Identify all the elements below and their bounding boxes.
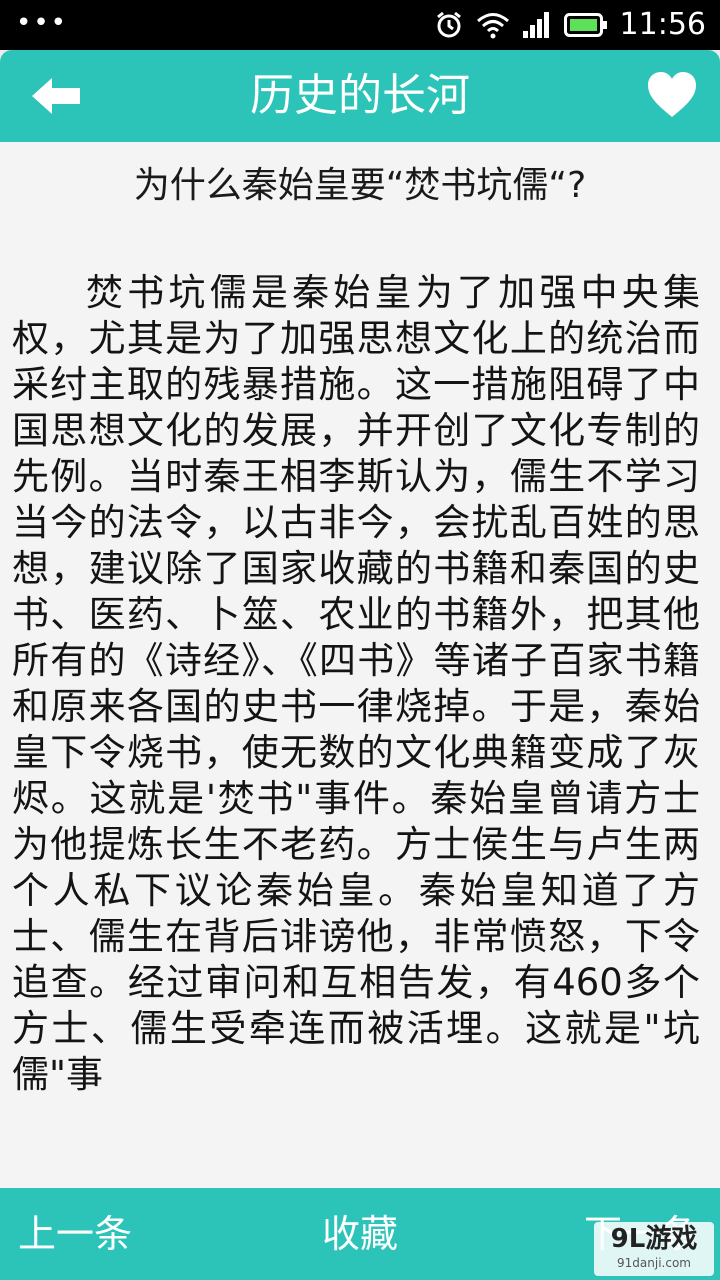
notification-dots: •••: [16, 8, 69, 38]
status-icons: 11:56: [434, 0, 706, 50]
page-title: 历史的长河: [250, 70, 470, 121]
favorite-button[interactable]: [646, 70, 698, 120]
back-arrow-icon: [32, 78, 80, 114]
signal-icon: [522, 12, 549, 38]
watermark-text: 9L游戏: [610, 1224, 698, 1254]
favorite-text-button[interactable]: 收藏: [322, 1188, 398, 1280]
watermark-url: 91danji.com: [617, 1256, 691, 1270]
article-content[interactable]: 为什么秦始皇要“焚书坑儒“? 焚书坑儒是秦始皇为了加强中央集权，尤其是为了加强思…: [0, 142, 720, 1188]
battery-icon: [563, 13, 607, 37]
status-bar: ••• 11:56: [0, 0, 720, 50]
article-title: 为什么秦始皇要“焚书坑儒“?: [133, 165, 587, 206]
status-time: 11:56: [619, 7, 706, 42]
app-bar: 历史的长河: [0, 50, 720, 142]
wifi-icon: [476, 13, 509, 39]
watermark-logo: 9L游戏 91danji.com: [594, 1222, 714, 1276]
heart-icon: [648, 72, 696, 117]
previous-button[interactable]: 上一条: [18, 1188, 132, 1280]
article-body: 焚书坑儒是秦始皇为了加强中央集权，尤其是为了加强思想文化上的统治而采纣主取的残暴…: [12, 271, 700, 1096]
back-button[interactable]: [30, 74, 82, 118]
alarm-icon: [436, 11, 461, 38]
